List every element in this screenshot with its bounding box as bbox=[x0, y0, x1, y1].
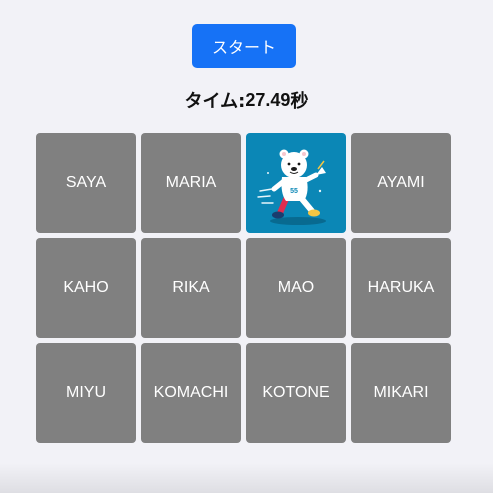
card-mikari[interactable]: MIKARI bbox=[351, 343, 451, 443]
card-haruka[interactable]: HARUKA bbox=[351, 238, 451, 338]
card-kotone[interactable]: KOTONE bbox=[246, 343, 346, 443]
bottom-shadow bbox=[0, 463, 493, 493]
card-grid: SAYA MARIA 55 AYAMI KAHO RIKA MAO HARUKA… bbox=[36, 133, 451, 443]
timer-unit: 秒 bbox=[290, 91, 309, 112]
timer-display: タイム: 27.49 秒 bbox=[0, 86, 493, 114]
timer-label: タイム: bbox=[184, 91, 246, 112]
start-button[interactable]: スタート bbox=[192, 24, 296, 68]
svg-text:55: 55 bbox=[290, 188, 298, 195]
timer-value: 27.49 bbox=[245, 89, 291, 110]
card-mao[interactable]: MAO bbox=[246, 238, 346, 338]
card-revealed[interactable]: 55 bbox=[246, 133, 346, 233]
bear-mascot-icon: 55 bbox=[257, 149, 326, 225]
card-maria[interactable]: MARIA bbox=[141, 133, 241, 233]
card-kaho[interactable]: KAHO bbox=[36, 238, 136, 338]
card-saya[interactable]: SAYA bbox=[36, 133, 136, 233]
card-miyu[interactable]: MIYU bbox=[36, 343, 136, 443]
card-komachi[interactable]: KOMACHI bbox=[141, 343, 241, 443]
card-ayami[interactable]: AYAMI bbox=[351, 133, 451, 233]
card-rika[interactable]: RIKA bbox=[141, 238, 241, 338]
